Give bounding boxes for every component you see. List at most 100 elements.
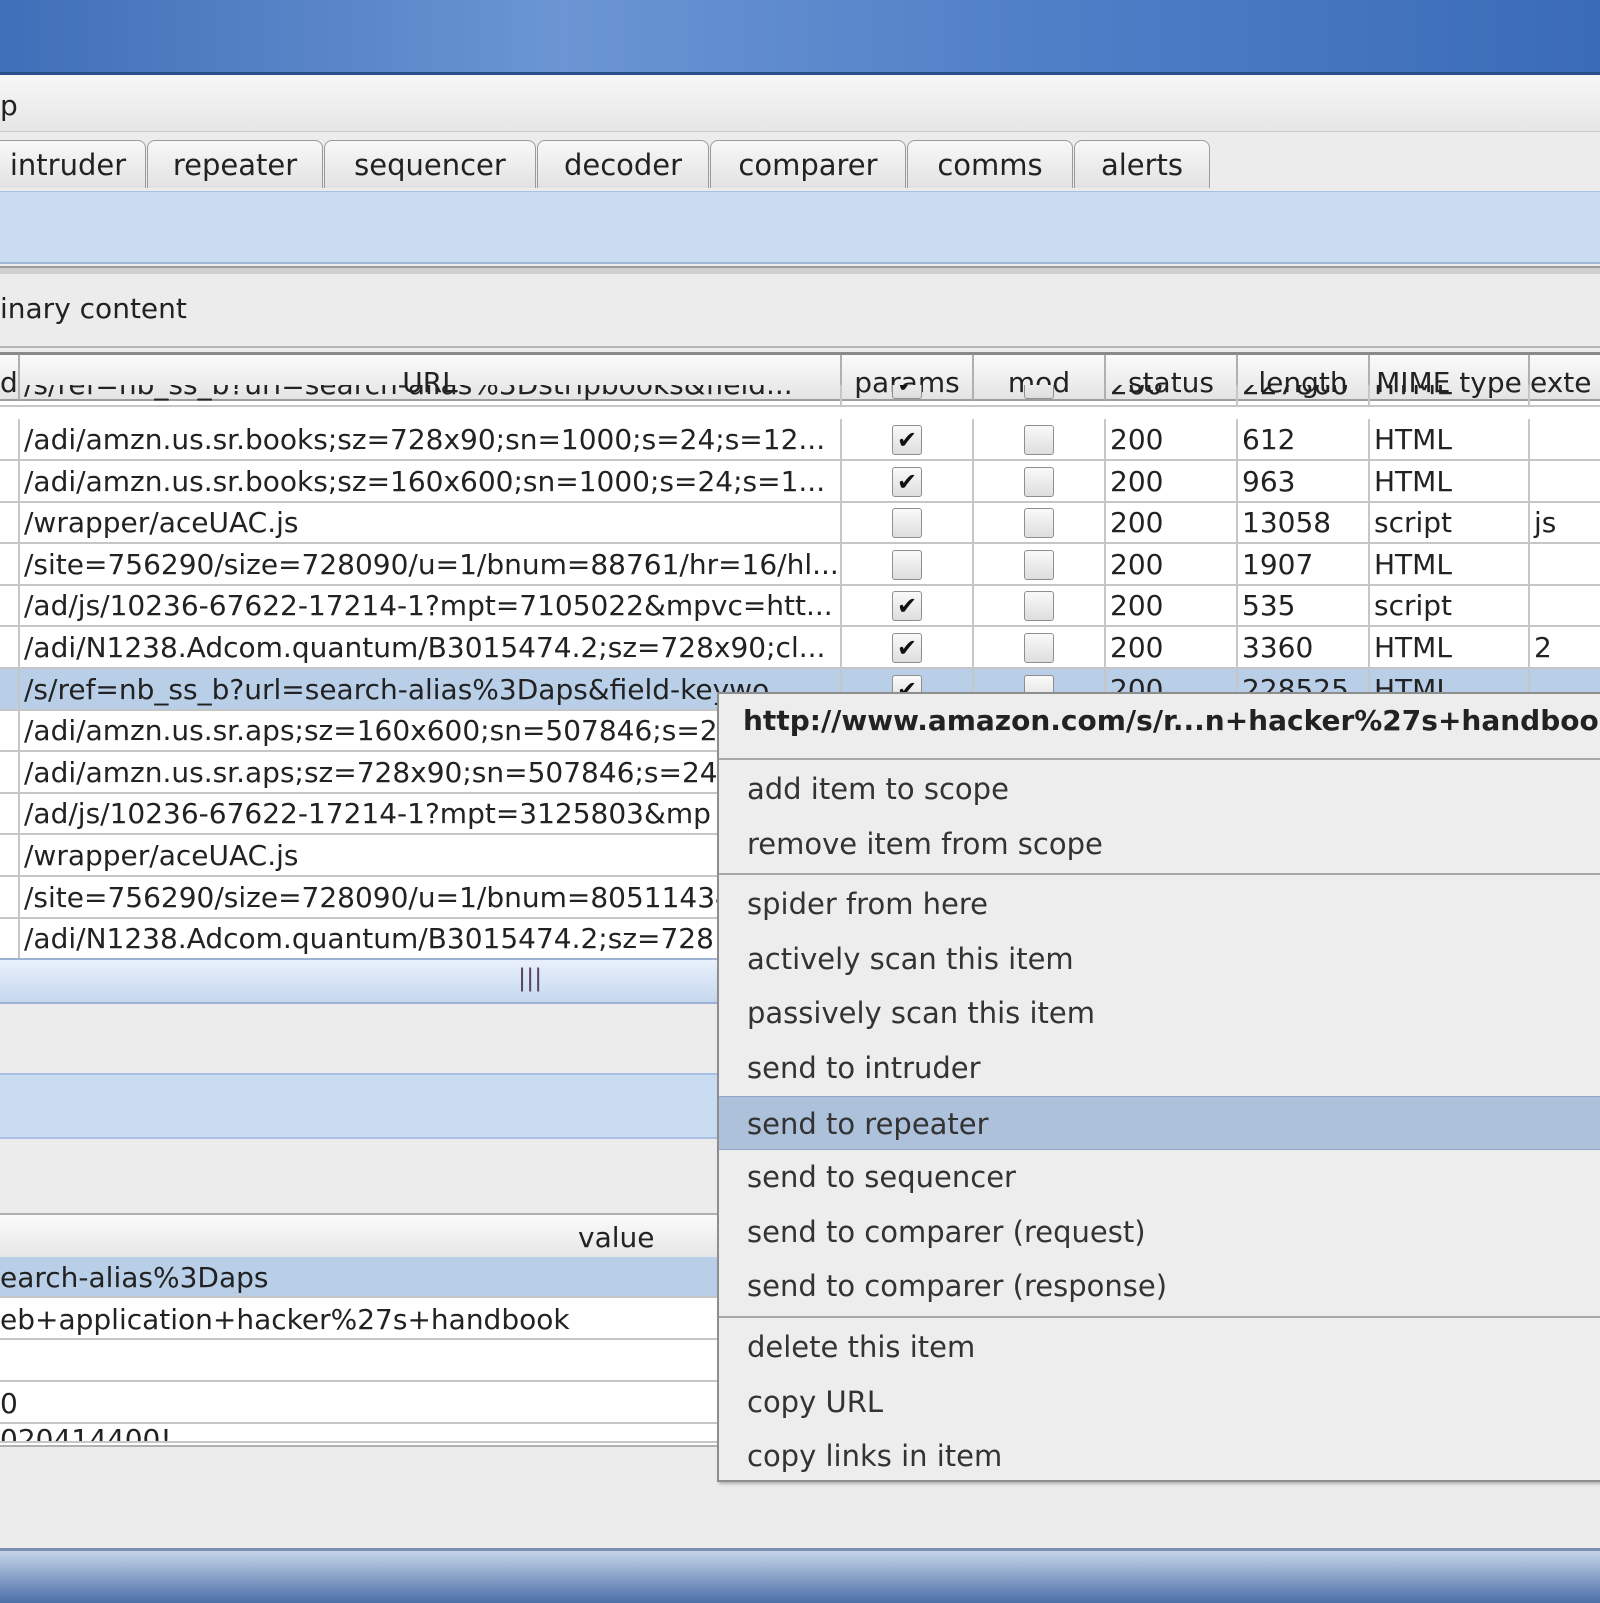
table-row[interactable]: /adi/N1238.Adcom.quantum/B3015474.2;sz=7… bbox=[0, 627, 1600, 669]
table-row[interactable]: /adi/amzn.us.sr.books;sz=160x600;sn=1000… bbox=[0, 460, 1600, 503]
column-header-value[interactable]: value bbox=[578, 1221, 654, 1254]
cell-id bbox=[0, 835, 20, 877]
table-row[interactable]: /adi/amzn.us.sr.books;sz=728x90;sn=1000;… bbox=[0, 419, 1600, 461]
tab-repeater[interactable]: repeater bbox=[147, 140, 323, 188]
tab-strip: intruder repeater sequencer decoder comp… bbox=[0, 134, 1600, 190]
cell-status: 200 bbox=[1106, 385, 1238, 405]
mod-checkbox bbox=[1024, 508, 1054, 539]
params-checkbox: ✔ bbox=[892, 633, 922, 663]
filter-bar[interactable]: inary content bbox=[0, 280, 1600, 348]
cell-id bbox=[0, 918, 20, 961]
cell-ext: 2 bbox=[1530, 627, 1600, 669]
cell-mime: HTML bbox=[1370, 543, 1530, 586]
cell-url: /wrapper/aceUAC.js bbox=[20, 502, 842, 545]
cell-ext: js bbox=[1530, 502, 1600, 544]
cell-mime: script bbox=[1370, 502, 1530, 545]
cell-length: 612 bbox=[1238, 419, 1370, 461]
scroll-grip-icon[interactable]: ||| bbox=[518, 964, 542, 992]
cell-length: 535 bbox=[1238, 585, 1370, 628]
menu-item-send-to-intruder[interactable]: send to intruder bbox=[719, 1041, 1600, 1095]
menu-item-send-to-sequencer[interactable]: send to sequencer bbox=[719, 1150, 1600, 1204]
params-checkbox bbox=[892, 549, 922, 580]
menu-item-send-to-comparer-response[interactable]: send to comparer (response) bbox=[719, 1259, 1600, 1313]
menu-item-passively-scan-this-item[interactable]: passively scan this item bbox=[719, 986, 1600, 1040]
tab-comparer[interactable]: comparer bbox=[710, 140, 906, 188]
params-checkbox: ✔ bbox=[892, 425, 922, 455]
cell-id bbox=[0, 668, 20, 711]
status-strip bbox=[0, 1548, 1600, 1603]
cell-url: /adi/amzn.us.sr.books;sz=728x90;sn=1000;… bbox=[20, 419, 842, 461]
cell-mime: script bbox=[1370, 585, 1530, 628]
cell-status: 200 bbox=[1106, 627, 1238, 669]
cell-url: /ad/js/10236-67622-17214-1?mpt=7105022&m… bbox=[20, 585, 842, 628]
divider bbox=[0, 266, 1600, 274]
cell-id bbox=[0, 751, 20, 794]
cell-mime: HTML bbox=[1370, 419, 1530, 461]
tab-comms[interactable]: comms bbox=[907, 140, 1073, 188]
tab-sequencer[interactable]: sequencer bbox=[324, 140, 536, 188]
menu-separator bbox=[719, 758, 1600, 760]
table-row[interactable]: /s/ref=nb_ss_b?url=search-alias%3Dstripb… bbox=[0, 385, 1600, 407]
table-row[interactable]: /ad/js/10236-67622-17214-1?mpt=7105022&m… bbox=[0, 585, 1600, 628]
params-checkbox: ✔ bbox=[892, 385, 922, 399]
tab-decoder[interactable]: decoder bbox=[537, 140, 709, 188]
cell-length: 3360 bbox=[1238, 627, 1370, 669]
cell-id bbox=[0, 876, 20, 919]
menu-item-partial[interactable]: p bbox=[0, 89, 18, 122]
menu-item-actively-scan-this-item[interactable]: actively scan this item bbox=[719, 932, 1600, 986]
cell-id bbox=[0, 627, 20, 669]
params-checkbox bbox=[892, 508, 922, 539]
cell-id bbox=[0, 502, 20, 545]
cell-id bbox=[0, 543, 20, 586]
mod-checkbox bbox=[1024, 385, 1054, 399]
cell-id bbox=[0, 419, 20, 461]
menu-bar: p bbox=[0, 75, 1600, 132]
cell-ext bbox=[1530, 419, 1600, 461]
cell-status: 200 bbox=[1106, 502, 1238, 545]
params-checkbox: ✔ bbox=[892, 466, 922, 497]
cell-length: 963 bbox=[1238, 460, 1370, 503]
cell-ext bbox=[1530, 544, 1600, 586]
menu-item-send-to-repeater[interactable]: send to repeater bbox=[719, 1095, 1600, 1150]
cell-status: 200 bbox=[1106, 419, 1238, 461]
window-title-bar bbox=[0, 0, 1600, 75]
cell-url: /site=756290/size=728090/u=1/bnum=88761/… bbox=[20, 543, 842, 586]
table-row[interactable]: /wrapper/aceUAC.js 200 13058 script js bbox=[0, 502, 1600, 545]
cell-status: 200 bbox=[1106, 585, 1238, 628]
cell-mime: HTML bbox=[1370, 460, 1530, 503]
menu-item-add-item-to-scope[interactable]: add item to scope bbox=[719, 762, 1600, 816]
menu-item-send-to-comparer-request[interactable]: send to comparer (request) bbox=[719, 1205, 1600, 1259]
cell-id bbox=[0, 710, 20, 753]
params-checkbox: ✔ bbox=[892, 591, 922, 622]
menu-item-delete-this-item[interactable]: delete this item bbox=[719, 1320, 1600, 1374]
filter-text: inary content bbox=[0, 292, 187, 325]
mod-checkbox bbox=[1024, 466, 1054, 497]
tab-intruder[interactable]: intruder bbox=[0, 140, 146, 188]
tab-alerts[interactable]: alerts bbox=[1074, 140, 1210, 188]
menu-item-copy-links-in-item[interactable]: copy links in item bbox=[719, 1429, 1600, 1483]
menu-item-remove-item-from-scope[interactable]: remove item from scope bbox=[719, 817, 1600, 871]
cell-url: /adi/amzn.us.sr.books;sz=160x600;sn=1000… bbox=[20, 460, 842, 503]
cell-url: /s/ref=nb_ss_b?url=search-alias%3Dstripb… bbox=[20, 385, 842, 405]
cell-length: 227860 bbox=[1238, 385, 1370, 405]
cell-mime: HTML bbox=[1370, 385, 1530, 405]
cell-mime: HTML bbox=[1370, 627, 1530, 669]
mod-checkbox bbox=[1024, 633, 1054, 663]
mod-checkbox bbox=[1024, 591, 1054, 622]
cell-url: /adi/N1238.Adcom.quantum/B3015474.2;sz=7… bbox=[20, 627, 842, 669]
mod-checkbox bbox=[1024, 425, 1054, 455]
cell-length: 1907 bbox=[1238, 543, 1370, 586]
menu-separator bbox=[719, 1316, 1600, 1318]
context-menu: http://www.amazon.com/s/r...n+hacker%27s… bbox=[717, 692, 1600, 1482]
cell-id bbox=[0, 793, 20, 836]
cell-ext bbox=[1530, 585, 1600, 627]
context-menu-title: http://www.amazon.com/s/r...n+hacker%27s… bbox=[743, 704, 1600, 737]
cell-status: 200 bbox=[1106, 460, 1238, 503]
menu-item-spider-from-here[interactable]: spider from here bbox=[719, 877, 1600, 931]
table-row[interactable]: /site=756290/size=728090/u=1/bnum=88761/… bbox=[0, 543, 1600, 586]
mod-checkbox bbox=[1024, 549, 1054, 580]
menu-separator bbox=[719, 873, 1600, 876]
cell-ext bbox=[1530, 461, 1600, 503]
menu-item-copy-url[interactable]: copy URL bbox=[719, 1375, 1600, 1429]
cell-id bbox=[0, 585, 20, 628]
